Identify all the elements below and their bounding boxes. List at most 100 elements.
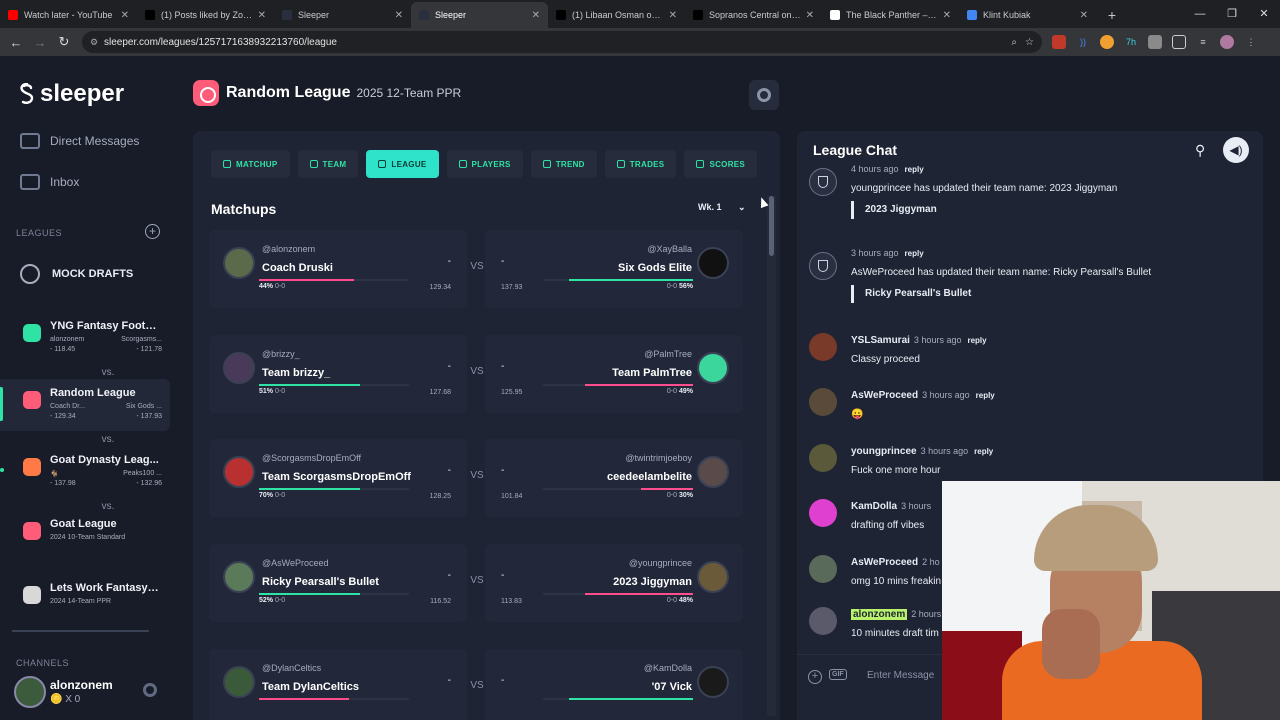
avatar	[809, 333, 837, 361]
message-author[interactable]: AsWeProceed	[851, 390, 918, 401]
tab-trades[interactable]: TRADES	[604, 150, 677, 178]
sidebar-league-item[interactable]: Goat Dynasty Leag... 🐐 vs. Peaks100 ... - 13…	[0, 446, 170, 512]
tab-close-icon[interactable]: ✕	[806, 10, 814, 21]
message-header: 4 hours ago reply	[851, 164, 924, 174]
speaker-icon[interactable]: ◀)	[1223, 137, 1249, 163]
league-matchup-scores: - 137.98 - 132.96	[50, 480, 162, 487]
matchup-team-left[interactable]: @ScorgasmsDropEmOff Team ScorgasmsDropEmO…	[209, 439, 467, 517]
league-settings-button[interactable]	[749, 80, 779, 110]
matchup-team-left[interactable]: @AsWeProceed Ricky Pearsall's Bullet - 52% …	[209, 544, 467, 622]
reply-button[interactable]: reply	[967, 336, 986, 345]
extensions-puzzle-icon[interactable]	[1172, 35, 1186, 49]
tab-close-icon[interactable]: ✕	[943, 10, 951, 21]
forward-icon[interactable]: →	[28, 35, 52, 50]
tab-close-icon[interactable]: ✕	[395, 10, 403, 21]
reply-button[interactable]: reply	[905, 165, 924, 174]
tab-close-icon[interactable]: ✕	[1080, 10, 1088, 21]
gif-button[interactable]: GIF	[829, 669, 847, 680]
sleeper-logo[interactable]: sleeper	[18, 80, 124, 108]
matchup-team-right[interactable]: @youngprincee 2023 Jiggyman - 0-0 48% 113.83	[485, 544, 743, 622]
reply-button[interactable]: reply	[905, 249, 924, 258]
tab-players[interactable]: PLAYERS	[446, 150, 523, 178]
browser-tab[interactable]: Watch later - YouTube ✕	[0, 2, 137, 28]
current-user[interactable]: alonzonem 🪙 X 0	[14, 676, 113, 708]
zoom-icon[interactable]: ⌕	[1011, 37, 1017, 48]
tab-trend[interactable]: TREND	[530, 150, 597, 178]
message-author[interactable]: alonzonem	[851, 609, 908, 620]
week-selector[interactable]: Wk. 1 ⌄	[698, 202, 746, 213]
pin-icon[interactable]: ⚲	[1195, 142, 1205, 159]
site-info-icon[interactable]: ⚙	[90, 37, 98, 48]
extension-icon-4[interactable]: 7h	[1124, 35, 1138, 49]
attach-plus-icon[interactable]: +	[808, 670, 822, 684]
scrollbar-thumb[interactable]	[769, 196, 774, 256]
browser-tab[interactable]: Sopranos Central on X: "I ✕	[685, 2, 822, 28]
matchup-team-left[interactable]: @DylanCeltics Team DylanCeltics -	[209, 649, 467, 720]
extension-icon-2[interactable]: ))	[1076, 35, 1090, 49]
extension-icon-1[interactable]	[1052, 35, 1066, 49]
add-league-icon[interactable]: +	[145, 224, 160, 239]
sidebar-league-item[interactable]: Lets Work Fantasy L... 2024 14-Team PPR	[0, 574, 170, 626]
tab-close-icon[interactable]: ✕	[669, 10, 677, 21]
matchup-team-left[interactable]: @brizzy_ Team brizzy_ - 51% 0-0 127.68	[209, 335, 467, 413]
sidebar-league-item[interactable]: YNG Fantasy Footb... alonzonem vs. Scorgasm…	[0, 312, 170, 378]
message-author[interactable]: youngprincee	[851, 446, 917, 457]
browser-tab[interactable]: Sleeper ✕	[274, 2, 411, 28]
matchup-row[interactable]: @DylanCeltics Team DylanCeltics - @KamDoll…	[209, 649, 759, 720]
scrollbar-track[interactable]	[767, 196, 776, 716]
tab-close-icon[interactable]: ✕	[258, 10, 266, 21]
projected-points: 116.52	[430, 598, 451, 605]
reply-button[interactable]: reply	[974, 447, 993, 456]
extension-icon-5[interactable]	[1148, 35, 1162, 49]
tab-matchup[interactable]: MATCHUP	[211, 150, 290, 178]
mock-drafts-link[interactable]: MOCK DRAFTS	[20, 264, 133, 284]
tab-league[interactable]: LEAGUE	[366, 150, 439, 178]
matchup-team-right[interactable]: @KamDolla '07 Vick -	[485, 649, 743, 720]
restore-icon[interactable]: ❐	[1216, 0, 1248, 28]
tab-close-icon[interactable]: ✕	[532, 10, 540, 21]
win-pct: 49%	[678, 388, 693, 395]
chat-message-input[interactable]: Enter Message	[867, 670, 934, 681]
profile-avatar-icon[interactable]	[1220, 35, 1234, 49]
tab-scores[interactable]: SCORES	[684, 150, 758, 178]
minimize-icon[interactable]: —	[1184, 0, 1216, 28]
browser-tab[interactable]: (1) Posts liked by Zo 🎒 (✕	[137, 2, 274, 28]
direct-messages-link[interactable]: Direct Messages	[20, 133, 139, 149]
win-probability-bar	[543, 698, 693, 700]
matchup-row[interactable]: @alonzonem Coach Druski - 44% 0-0 129.34 @Xay…	[209, 230, 759, 308]
user-settings-gear-icon[interactable]	[143, 683, 157, 697]
message-author[interactable]: YSLSamurai	[851, 335, 910, 346]
matchup-row[interactable]: @AsWeProceed Ricky Pearsall's Bullet - 52% …	[209, 544, 759, 622]
message-author[interactable]: KamDolla	[851, 501, 897, 512]
direct-messages-label: Direct Messages	[50, 134, 140, 148]
matchup-team-left[interactable]: @alonzonem Coach Druski - 44% 0-0 129.34	[209, 230, 467, 308]
close-window-icon[interactable]: ✕	[1248, 0, 1280, 28]
bookmark-star-icon[interactable]: ☆	[1025, 37, 1034, 48]
browser-tab[interactable]: Sleeper ✕	[411, 2, 548, 28]
matchup-team-right[interactable]: @twintrimjoeboy ceedeelambelite - 0-0 30% 10…	[485, 439, 743, 517]
reload-icon[interactable]: ↻	[52, 34, 76, 50]
extension-icon-3[interactable]	[1100, 35, 1114, 49]
reading-list-icon[interactable]: ≡	[1196, 35, 1210, 49]
inbox-link[interactable]: Inbox	[20, 174, 79, 190]
sidebar-league-item[interactable]: Random League Coach Dr... vs. Six Gods ... -…	[0, 379, 170, 445]
url-field[interactable]: ⚙ sleeper.com/leagues/125717163893221376…	[82, 31, 1042, 53]
back-icon[interactable]: ←	[4, 35, 28, 50]
sidebar-league-item[interactable]: Goat League 2024 10-Team Standard	[0, 510, 170, 562]
win-pct: 48%	[678, 597, 693, 604]
league-name: Random League	[50, 387, 136, 399]
tab-close-icon[interactable]: ✕	[121, 10, 129, 21]
tab-team[interactable]: TEAM	[297, 150, 359, 178]
browser-menu-icon[interactable]: ⋮	[1244, 35, 1258, 49]
matchup-row[interactable]: @ScorgasmsDropEmOff Team ScorgasmsDropEmO…	[209, 439, 759, 517]
message-author[interactable]: AsWeProceed	[851, 557, 918, 568]
matchup-team-right[interactable]: @PalmTree Team PalmTree - 0-0 49% 125.95	[485, 335, 743, 413]
matchup-row[interactable]: @brizzy_ Team brizzy_ - 51% 0-0 127.68 @PalmT…	[209, 335, 759, 413]
reply-button[interactable]: reply	[976, 391, 995, 400]
browser-tab[interactable]: The Black Panther – Goo ✕	[822, 2, 959, 28]
new-tab-button[interactable]: +	[1102, 2, 1122, 28]
win-probability-fill	[259, 593, 360, 595]
browser-tab[interactable]: (1) Libaan Osman on X: "y ✕	[548, 2, 685, 28]
browser-tab[interactable]: Klint Kubiak ✕	[959, 2, 1096, 28]
matchup-team-right[interactable]: @XayBalla Six Gods Elite - 0-0 56% 137.93	[485, 230, 743, 308]
